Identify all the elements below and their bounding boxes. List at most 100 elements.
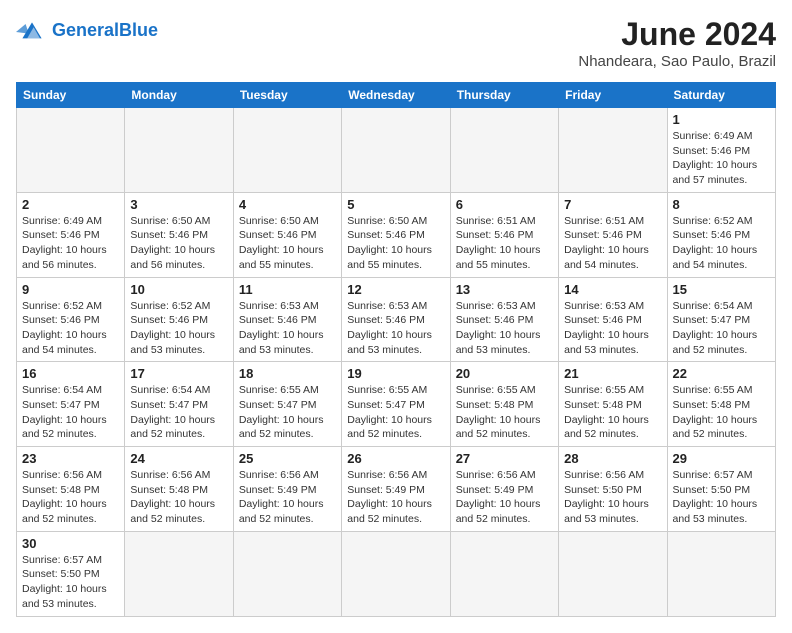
calendar-header-row: SundayMondayTuesdayWednesdayThursdayFrid…	[17, 83, 776, 108]
month-title: June 2024	[578, 16, 776, 53]
calendar-cell	[667, 531, 775, 616]
calendar-cell: 29 Sunrise: 6:57 AMSunset: 5:50 PMDayligh…	[667, 447, 775, 532]
day-number: 19	[347, 366, 444, 381]
calendar-cell: 21Sunrise: 6:55 AMSunset: 5:48 PMDayligh…	[559, 362, 667, 447]
day-number: 17	[130, 366, 227, 381]
day-number: 1	[673, 112, 770, 127]
calendar-cell	[233, 108, 341, 193]
day-info: Sunrise: 6:54 AMSunset: 5:47 PMDaylight:…	[130, 383, 227, 442]
day-number: 12	[347, 282, 444, 297]
day-header-tuesday: Tuesday	[233, 83, 341, 108]
calendar-week-5: 23 Sunrise: 6:56 AMSunset: 5:48 PMDayligh…	[17, 447, 776, 532]
day-info: Sunrise: 6:56 AMSunset: 5:49 PMDaylight:…	[239, 468, 336, 527]
day-number: 30	[22, 536, 119, 551]
calendar-cell: 13 Sunrise: 6:53 AMSunset: 5:46 PMDayligh…	[450, 277, 558, 362]
day-number: 27	[456, 451, 553, 466]
day-number: 20	[456, 366, 553, 381]
day-info: Sunrise: 6:54 AMSunset: 5:47 PMDaylight:…	[22, 383, 119, 442]
calendar-cell	[125, 108, 233, 193]
day-info: Sunrise: 6:53 AMSunset: 5:46 PMDaylight:…	[456, 299, 553, 358]
day-header-sunday: Sunday	[17, 83, 125, 108]
day-info: Sunrise: 6:55 AMSunset: 5:47 PMDaylight:…	[239, 383, 336, 442]
calendar-cell: 14Sunrise: 6:53 AMSunset: 5:46 PMDayligh…	[559, 277, 667, 362]
day-number: 13	[456, 282, 553, 297]
calendar-table: SundayMondayTuesdayWednesdayThursdayFrid…	[16, 82, 776, 617]
day-number: 16	[22, 366, 119, 381]
day-number: 10	[130, 282, 227, 297]
day-info: Sunrise: 6:50 AMSunset: 5:46 PMDaylight:…	[130, 214, 227, 273]
day-number: 22	[673, 366, 770, 381]
calendar-cell	[559, 108, 667, 193]
calendar-cell: 23 Sunrise: 6:56 AMSunset: 5:48 PMDayligh…	[17, 447, 125, 532]
calendar-cell: 18 Sunrise: 6:55 AMSunset: 5:47 PMDayligh…	[233, 362, 341, 447]
day-info: Sunrise: 6:56 AMSunset: 5:49 PMDaylight:…	[456, 468, 553, 527]
calendar-week-1: 1 Sunrise: 6:49 AMSunset: 5:46 PMDaylight…	[17, 108, 776, 193]
calendar-cell: 22 Sunrise: 6:55 AMSunset: 5:48 PMDayligh…	[667, 362, 775, 447]
day-info: Sunrise: 6:57 AMSunset: 5:50 PMDaylight:…	[22, 553, 119, 612]
day-info: Sunrise: 6:56 AMSunset: 5:50 PMDaylight:…	[564, 468, 661, 527]
day-info: Sunrise: 6:55 AMSunset: 5:47 PMDaylight:…	[347, 383, 444, 442]
day-number: 9	[22, 282, 119, 297]
calendar-cell: 7 Sunrise: 6:51 AMSunset: 5:46 PMDaylight…	[559, 192, 667, 277]
calendar-cell: 12 Sunrise: 6:53 AMSunset: 5:46 PMDayligh…	[342, 277, 450, 362]
calendar-cell	[450, 108, 558, 193]
calendar-cell: 1 Sunrise: 6:49 AMSunset: 5:46 PMDaylight…	[667, 108, 775, 193]
calendar-cell: 25Sunrise: 6:56 AMSunset: 5:49 PMDayligh…	[233, 447, 341, 532]
day-number: 23	[22, 451, 119, 466]
day-header-thursday: Thursday	[450, 83, 558, 108]
day-info: Sunrise: 6:56 AMSunset: 5:49 PMDaylight:…	[347, 468, 444, 527]
day-info: Sunrise: 6:52 AMSunset: 5:46 PMDaylight:…	[130, 299, 227, 358]
calendar-week-2: 2Sunrise: 6:49 AMSunset: 5:46 PMDaylight…	[17, 192, 776, 277]
calendar-cell: 6 Sunrise: 6:51 AMSunset: 5:46 PMDaylight…	[450, 192, 558, 277]
day-number: 15	[673, 282, 770, 297]
day-number: 5	[347, 197, 444, 212]
calendar-cell: 16 Sunrise: 6:54 AMSunset: 5:47 PMDayligh…	[17, 362, 125, 447]
day-info: Sunrise: 6:54 AMSunset: 5:47 PMDaylight:…	[673, 299, 770, 358]
day-info: Sunrise: 6:53 AMSunset: 5:46 PMDaylight:…	[347, 299, 444, 358]
day-number: 29	[673, 451, 770, 466]
day-number: 8	[673, 197, 770, 212]
day-info: Sunrise: 6:51 AMSunset: 5:46 PMDaylight:…	[564, 214, 661, 273]
title-section: June 2024 Nhandeara, Sao Paulo, Brazil	[578, 16, 776, 70]
day-number: 26	[347, 451, 444, 466]
day-info: Sunrise: 6:50 AMSunset: 5:46 PMDaylight:…	[239, 214, 336, 273]
logo-text: GeneralBlue	[52, 20, 158, 41]
calendar-cell: 10 Sunrise: 6:52 AMSunset: 5:46 PMDayligh…	[125, 277, 233, 362]
calendar-cell: 15 Sunrise: 6:54 AMSunset: 5:47 PMDayligh…	[667, 277, 775, 362]
day-info: Sunrise: 6:56 AMSunset: 5:48 PMDaylight:…	[22, 468, 119, 527]
day-header-monday: Monday	[125, 83, 233, 108]
day-info: Sunrise: 6:53 AMSunset: 5:46 PMDaylight:…	[564, 299, 661, 358]
page-header: GeneralBlue June 2024 Nhandeara, Sao Pau…	[16, 16, 776, 70]
day-header-friday: Friday	[559, 83, 667, 108]
calendar-cell: 8 Sunrise: 6:52 AMSunset: 5:46 PMDaylight…	[667, 192, 775, 277]
day-info: Sunrise: 6:51 AMSunset: 5:46 PMDaylight:…	[456, 214, 553, 273]
calendar-cell: 28Sunrise: 6:56 AMSunset: 5:50 PMDayligh…	[559, 447, 667, 532]
day-number: 3	[130, 197, 227, 212]
day-number: 21	[564, 366, 661, 381]
day-info: Sunrise: 6:49 AMSunset: 5:46 PMDaylight:…	[22, 214, 119, 273]
day-header-wednesday: Wednesday	[342, 83, 450, 108]
day-info: Sunrise: 6:55 AMSunset: 5:48 PMDaylight:…	[673, 383, 770, 442]
day-number: 7	[564, 197, 661, 212]
day-number: 11	[239, 282, 336, 297]
logo-general: General	[52, 20, 119, 40]
day-number: 6	[456, 197, 553, 212]
calendar-cell: 4Sunrise: 6:50 AMSunset: 5:46 PMDaylight…	[233, 192, 341, 277]
day-number: 24	[130, 451, 227, 466]
day-info: Sunrise: 6:49 AMSunset: 5:46 PMDaylight:…	[673, 129, 770, 188]
day-info: Sunrise: 6:55 AMSunset: 5:48 PMDaylight:…	[456, 383, 553, 442]
calendar-week-6: 30 Sunrise: 6:57 AMSunset: 5:50 PMDayligh…	[17, 531, 776, 616]
day-info: Sunrise: 6:50 AMSunset: 5:46 PMDaylight:…	[347, 214, 444, 273]
calendar-cell	[17, 108, 125, 193]
calendar-cell: 24Sunrise: 6:56 AMSunset: 5:48 PMDayligh…	[125, 447, 233, 532]
day-number: 18	[239, 366, 336, 381]
day-info: Sunrise: 6:52 AMSunset: 5:46 PMDaylight:…	[673, 214, 770, 273]
calendar-cell: 26 Sunrise: 6:56 AMSunset: 5:49 PMDayligh…	[342, 447, 450, 532]
day-info: Sunrise: 6:57 AMSunset: 5:50 PMDaylight:…	[673, 468, 770, 527]
calendar-cell	[559, 531, 667, 616]
calendar-cell: 2Sunrise: 6:49 AMSunset: 5:46 PMDaylight…	[17, 192, 125, 277]
logo-icon	[16, 16, 48, 44]
calendar-cell: 19 Sunrise: 6:55 AMSunset: 5:47 PMDayligh…	[342, 362, 450, 447]
calendar-cell: 9Sunrise: 6:52 AMSunset: 5:46 PMDaylight…	[17, 277, 125, 362]
calendar-cell: 20 Sunrise: 6:55 AMSunset: 5:48 PMDayligh…	[450, 362, 558, 447]
